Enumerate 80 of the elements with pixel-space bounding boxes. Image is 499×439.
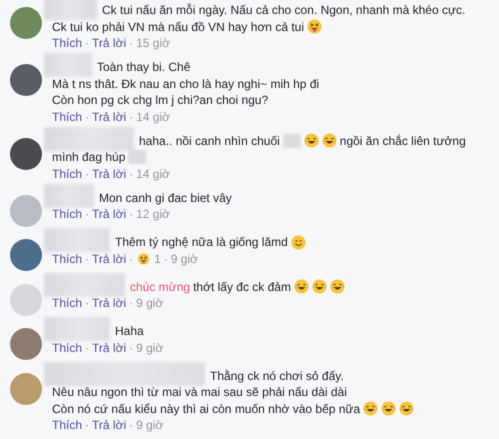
like-link[interactable]: Thích <box>52 417 82 434</box>
blurred-name <box>44 53 92 77</box>
comment-text: Ck tui nấu ăn mỗi ngày. Nấu cả cho con. Ngon, nhanh mà khéo cực. <box>102 2 466 18</box>
like-link[interactable]: Thích <box>52 35 82 52</box>
avatar[interactable] <box>10 138 42 170</box>
comment-text: Mon canh gi đac biet vây <box>99 190 232 206</box>
separator-dot: · <box>85 206 90 222</box>
comment-text: ngồi ăn chắc liên tưởng <box>340 132 466 149</box>
timestamp: 9 giờ <box>136 295 164 312</box>
blurred-name <box>44 228 110 252</box>
reply-link[interactable]: Trả lời <box>92 417 126 434</box>
laughing-face-icon <box>363 401 378 416</box>
blurred-name <box>44 184 94 208</box>
separator-dot: · <box>129 250 134 267</box>
highlighted-text: chúc mừng <box>130 278 190 295</box>
blurred-name <box>44 0 97 20</box>
separator-dot: · <box>85 295 90 312</box>
comment-text: Thằng ck nó chơi sỏ đấy. <box>210 368 344 384</box>
separator-dot: · <box>129 295 134 312</box>
like-link[interactable]: Thích <box>52 206 82 222</box>
avatar[interactable] <box>10 328 42 360</box>
laughing-face-icon <box>312 279 327 294</box>
separator-dot: · <box>129 417 134 434</box>
comment-text: haha.. nồi canh nhìn chuối <box>139 132 280 149</box>
blurred-text <box>128 150 146 164</box>
reply-link[interactable]: Trả lời <box>92 250 126 267</box>
separator-dot: · <box>129 108 134 125</box>
separator-dot: · <box>164 250 168 267</box>
comment-text: Toàn thay bi. Chê <box>97 59 190 76</box>
comment-text: Thêm tý nghệ nữa là giống lămd <box>115 234 288 250</box>
separator-dot: · <box>85 108 90 125</box>
comment-text: Haha <box>115 323 144 340</box>
reply-link[interactable]: Trả lời <box>92 166 126 182</box>
separator-dot: · <box>85 340 90 356</box>
reply-link[interactable]: Trả lời <box>92 35 126 52</box>
like-link[interactable]: Thích <box>52 108 82 125</box>
separator-dot: · <box>85 417 90 434</box>
separator-dot: · <box>129 340 134 356</box>
reply-link[interactable]: Trả lời <box>92 108 126 125</box>
separator-dot: · <box>129 166 134 182</box>
comment-text: Ck tui ko phải VN mà nấu đồ VN hay hơn cả tui <box>52 18 304 35</box>
avatar[interactable] <box>10 239 42 271</box>
separator-dot: · <box>129 206 134 222</box>
comment-text: thớt lấy đc ck đảm <box>193 278 291 295</box>
reply-link[interactable]: Trả lời <box>92 340 126 356</box>
tongue-face-icon <box>136 252 152 265</box>
like-link[interactable]: Thích <box>52 295 82 312</box>
timestamp: 14 giờ <box>136 166 170 182</box>
laughing-face-icon <box>304 133 319 148</box>
avatar[interactable] <box>10 64 42 96</box>
like-link[interactable]: Thích <box>52 250 82 267</box>
comment-text: Mà t ns thât. Đk nau an cho là hay nghi~ mih hp đi <box>52 76 320 92</box>
reply-link[interactable]: Trả lời <box>92 206 126 222</box>
timestamp: 14 giờ <box>136 108 170 125</box>
laughing-face-icon <box>330 279 345 294</box>
comment-text: mình đag húp <box>52 149 126 166</box>
laughing-face-icon <box>322 133 337 148</box>
like-link[interactable]: Thích <box>52 166 82 182</box>
separator-dot: · <box>85 35 90 52</box>
separator-dot: · <box>85 166 90 182</box>
comment-text: Còn hon pg ck chg lm j chi?an choi ngu? <box>52 92 268 108</box>
timestamp: 9 giờ <box>136 417 164 434</box>
comment-text: Nêu nâu ngon thì từ mai và mai sau sẽ phải nấu dài dài <box>52 384 347 400</box>
comment-text: Còn nó cứ nấu kiểu này thì ai còn muốn nhờ vào bếp nữa <box>52 400 360 417</box>
reply-link[interactable]: Trả lời <box>92 295 126 312</box>
laughing-face-icon <box>399 401 414 416</box>
separator-dot: · <box>85 250 90 267</box>
laughing-face-icon <box>294 279 309 294</box>
timestamp: 9 giờ <box>170 250 198 267</box>
blurred-text <box>282 134 301 148</box>
smiley-face-icon <box>290 234 306 250</box>
tongue-face-icon <box>307 19 322 34</box>
like-link[interactable]: Thích <box>52 340 82 356</box>
separator-dot: · <box>129 35 134 52</box>
laughing-face-icon <box>381 401 396 416</box>
blurred-name <box>44 317 110 341</box>
timestamp: 15 giờ <box>136 35 170 52</box>
timestamp: 12 giờ <box>136 206 170 222</box>
timestamp: 9 giờ <box>136 340 164 356</box>
avatar[interactable] <box>10 7 42 39</box>
